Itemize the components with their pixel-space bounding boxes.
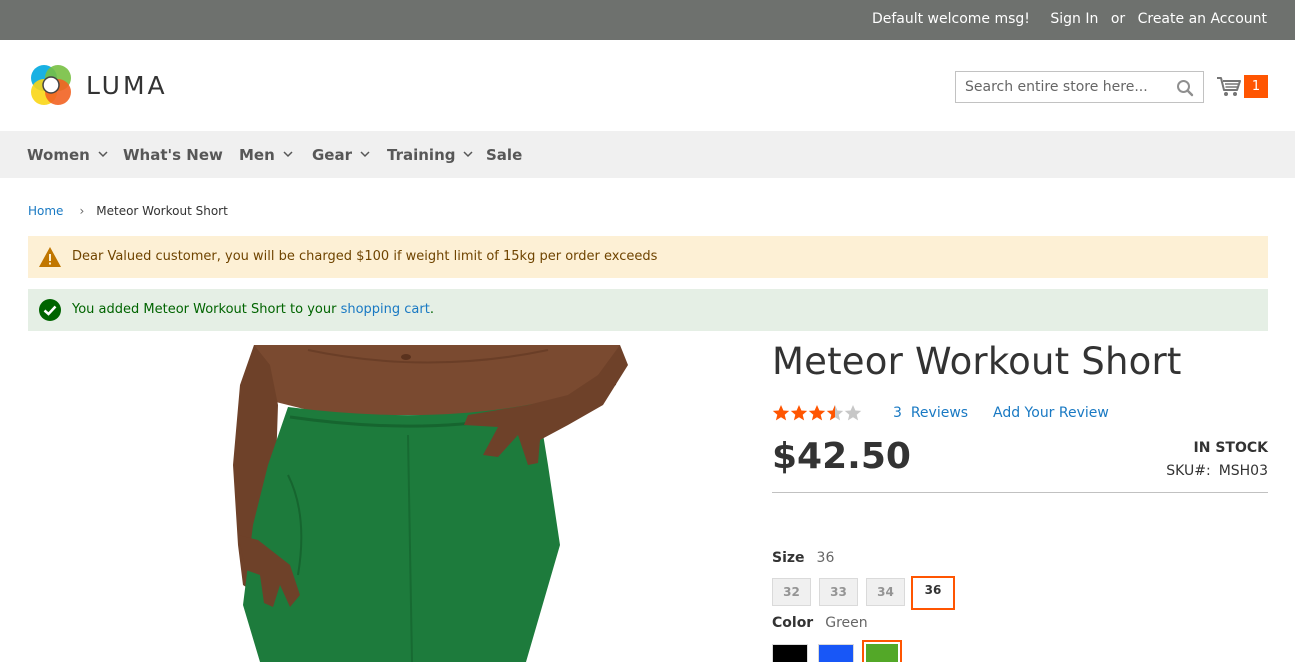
reviews-label: Reviews <box>910 405 969 421</box>
star-icon <box>772 405 790 421</box>
sku-label: SKU#: <box>1166 463 1211 479</box>
nav-item-label: Training <box>387 146 456 164</box>
size-swatch-36[interactable]: 36 <box>911 576 955 610</box>
reviews-count: 3 <box>893 405 902 421</box>
nav-item-label: Gear <box>312 146 353 164</box>
search-box[interactable] <box>955 71 1204 103</box>
search-icon[interactable] <box>1176 79 1194 97</box>
success-message: You added Meteor Workout Short to your s… <box>28 289 1268 331</box>
divider <box>772 492 1268 493</box>
shopping-cart-link[interactable]: shopping cart <box>341 302 430 317</box>
create-account-link[interactable]: Create an Account <box>1138 11 1267 27</box>
nav-item-label: What's New <box>123 146 223 164</box>
page-header: LUMA 1 <box>0 40 1295 131</box>
sku-value: MSH03 <box>1218 463 1268 479</box>
store-logo[interactable]: LUMA <box>28 62 178 108</box>
color-option-label: Color Green <box>772 615 868 631</box>
add-review-link[interactable]: Add Your Review <box>993 405 1109 421</box>
main-navigation: Women What's New Men Gear Training Sale <box>0 131 1295 178</box>
breadcrumb-home-link[interactable]: Home <box>28 204 63 218</box>
color-swatch-blue[interactable] <box>818 644 854 662</box>
nav-item-label: Men <box>239 146 275 164</box>
color-swatch-fill <box>866 644 898 662</box>
sign-in-link[interactable]: Sign In <box>1050 11 1098 27</box>
header-links: Default welcome msg! Sign In or Create a… <box>872 11 1267 27</box>
success-text-prefix: You added Meteor Workout Short to your <box>72 302 341 317</box>
breadcrumb-current: Meteor Workout Short <box>96 204 228 218</box>
size-selected-value: 36 <box>816 550 835 566</box>
success-text: You added Meteor Workout Short to your s… <box>72 302 434 317</box>
chevron-down-icon <box>360 151 370 158</box>
warning-icon <box>39 247 61 267</box>
or-text: or <box>1110 11 1126 27</box>
stock-status: IN STOCK <box>1193 440 1268 456</box>
chevron-down-icon <box>98 151 108 158</box>
size-label: Size <box>772 550 805 566</box>
color-label: Color <box>772 615 814 631</box>
product-title: Meteor Workout Short <box>772 340 1182 383</box>
reviews-link[interactable]: 3 Reviews <box>893 405 968 421</box>
cart-count-badge: 1 <box>1244 75 1268 98</box>
warning-message: Dear Valued customer, you will be charge… <box>28 236 1268 278</box>
size-option-label: Size 36 <box>772 550 834 566</box>
size-swatch-32[interactable]: 32 <box>772 578 811 606</box>
nav-item-men[interactable]: Men <box>239 146 293 164</box>
nav-item-sale[interactable]: Sale <box>486 146 522 164</box>
product-price: $42.50 <box>772 436 911 477</box>
nav-item-women[interactable]: Women <box>27 146 108 164</box>
warning-text: Dear Valued customer, you will be charge… <box>72 249 658 264</box>
product-sku: SKU#: MSH03 <box>1166 463 1268 479</box>
chevron-down-icon <box>283 151 293 158</box>
star-icon <box>844 405 862 421</box>
logo-text: LUMA <box>86 71 168 100</box>
product-photo-shorts <box>233 345 628 662</box>
nav-item-gear[interactable]: Gear <box>312 146 370 164</box>
size-swatch-33[interactable]: 33 <box>819 578 858 606</box>
product-image[interactable] <box>28 345 740 662</box>
breadcrumb: Home › Meteor Workout Short <box>28 204 228 218</box>
nav-item-label: Women <box>27 146 90 164</box>
color-swatch-green[interactable] <box>862 640 902 662</box>
success-text-suffix: . <box>429 302 434 317</box>
rating-stars <box>772 405 862 421</box>
checkmark-icon <box>39 299 61 321</box>
shopping-cart-icon[interactable] <box>1216 75 1242 97</box>
star-icon <box>808 405 826 421</box>
nav-item-training[interactable]: Training <box>387 146 474 164</box>
size-swatch-34[interactable]: 34 <box>866 578 905 606</box>
luma-logo-icon <box>31 65 71 105</box>
search-input[interactable] <box>965 79 1170 95</box>
top-bar: Default welcome msg! Sign In or Create a… <box>0 0 1295 40</box>
nav-item-whats-new[interactable]: What's New <box>123 146 223 164</box>
welcome-message: Default welcome msg! <box>871 11 1030 27</box>
breadcrumb-separator: › <box>79 204 85 218</box>
minicart[interactable]: 1 <box>1216 73 1268 101</box>
color-swatch-black[interactable] <box>772 644 808 662</box>
chevron-down-icon <box>463 151 474 158</box>
star-icon <box>826 405 844 421</box>
color-selected-value: Green <box>825 615 868 631</box>
nav-item-label: Sale <box>486 146 523 164</box>
star-icon <box>790 405 808 421</box>
